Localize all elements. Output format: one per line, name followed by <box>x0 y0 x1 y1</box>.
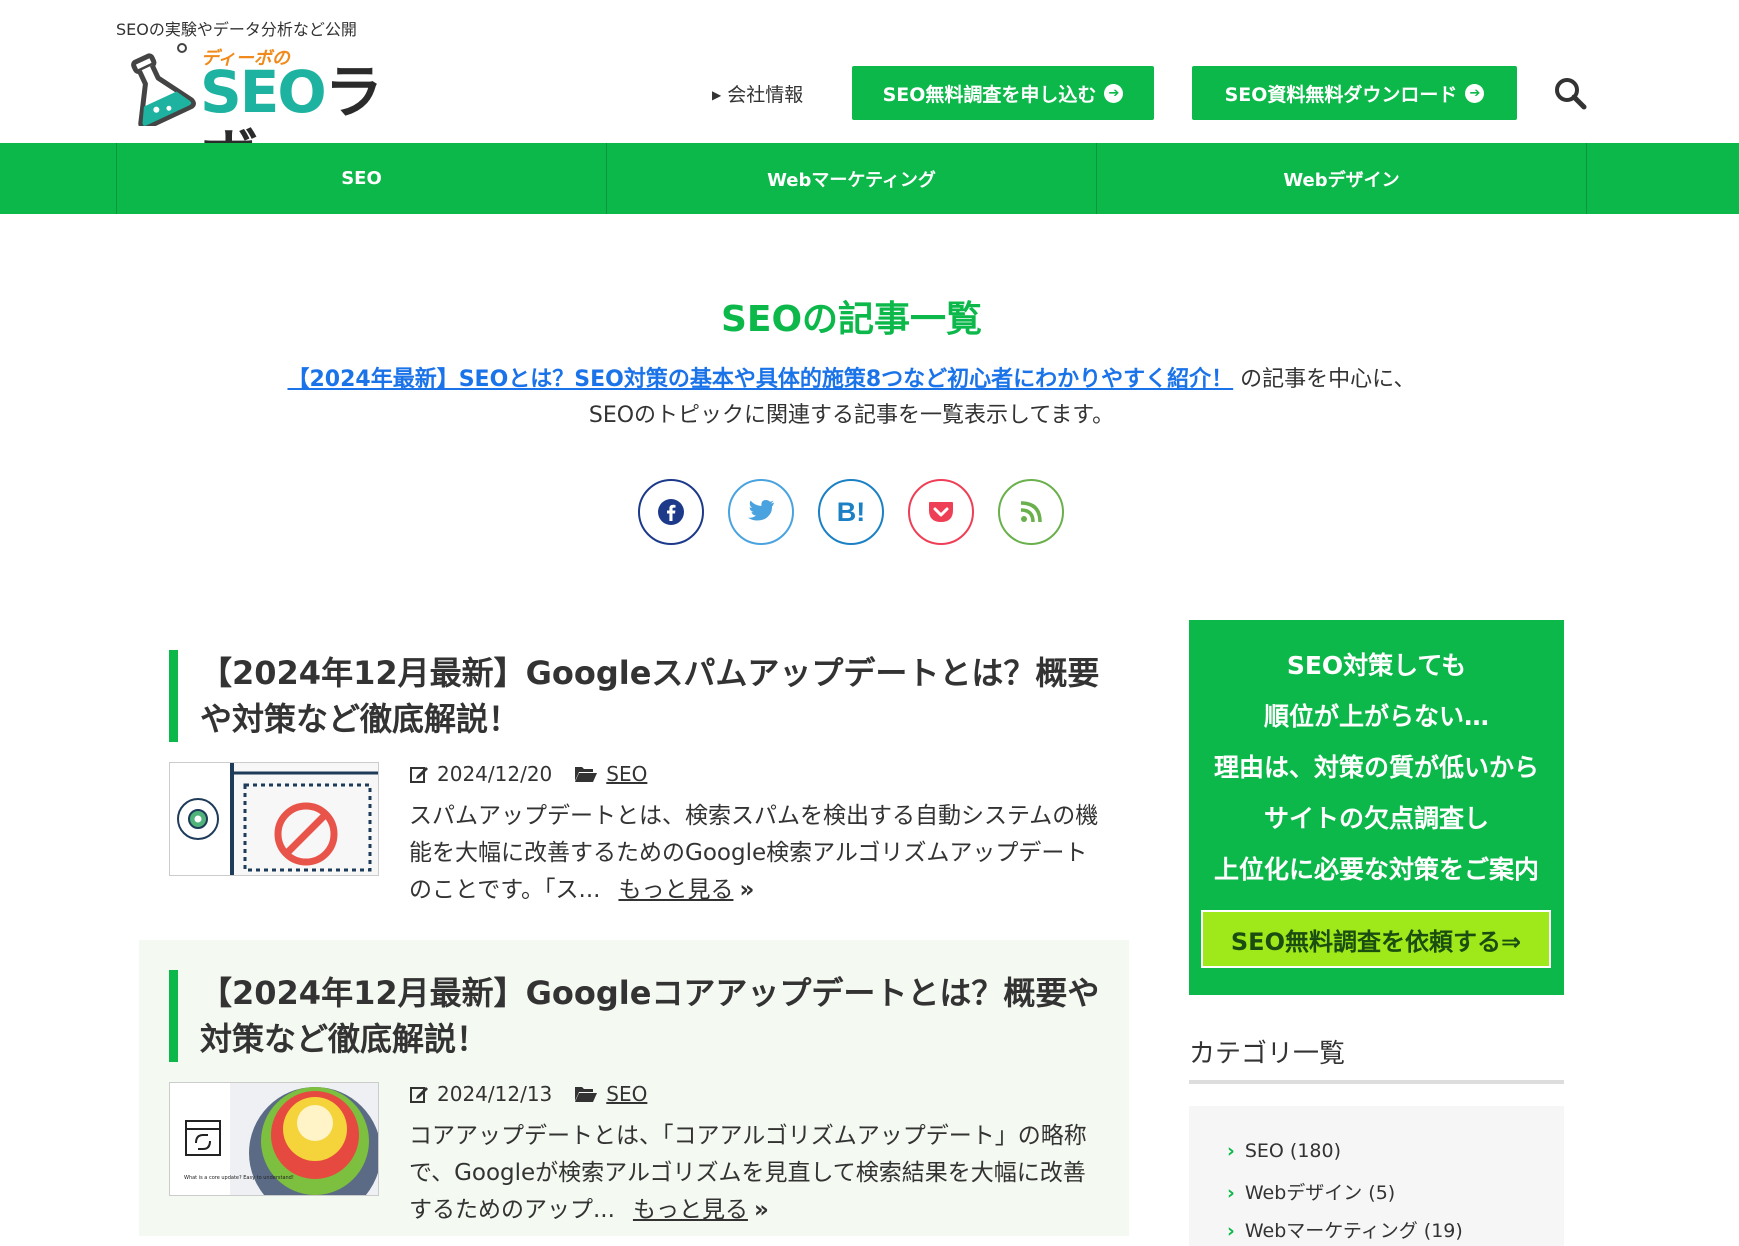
category-list: › SEO (180) › Webデザイン (5) › Webマーケティング (19) <box>1189 1106 1564 1246</box>
site-tagline: SEOの実験やデータ分析など公開 <box>116 20 357 39</box>
twitter-icon <box>748 500 774 521</box>
hatena-bookmark-icon: B! <box>836 496 866 527</box>
nav-item-web-marketing[interactable]: Webマーケティング <box>606 143 1096 214</box>
thumbnail-caption: What is a core update? Easy to understan… <box>184 1175 294 1181</box>
rss-share-button[interactable] <box>998 479 1064 545</box>
flask-icon <box>131 43 196 126</box>
folder-open-icon <box>575 1087 598 1102</box>
article-title[interactable]: 【2024年12月最新】Googleコアアップデートとは？概要や対策など徹底解説… <box>169 970 1100 1062</box>
edit-icon <box>410 767 428 783</box>
article-date: 2024/12/20 <box>437 762 553 786</box>
nav-item-seo[interactable]: SEO <box>116 143 606 214</box>
spam-block-illustration <box>177 763 378 875</box>
global-nav: SEO Webマーケティング Webデザイン <box>0 143 1739 214</box>
pillar-article-link[interactable]: 【2024年最新】SEOとは？SEO対策の基本や具体的施策8つなど初心者にわかり… <box>287 367 1233 392</box>
core-update-illustration: What is a core update? Easy to understan… <box>170 1083 378 1195</box>
company-info-link[interactable]: ▶ 会社情報 <box>712 80 803 107</box>
pocket-share-button[interactable] <box>908 479 974 545</box>
article-meta: 2024/12/13 SEO <box>409 1082 647 1106</box>
category-item-seo[interactable]: › SEO (180) <box>1227 1140 1341 1162</box>
article-thumbnail[interactable] <box>169 762 379 876</box>
article-meta: 2024/12/20 SEO <box>409 762 647 786</box>
article-excerpt: コアアップデートとは、「コアアルゴリズムアップデート」の略称で、Googleが検… <box>409 1123 1087 1223</box>
triangle-right-icon: ▶ <box>712 88 722 102</box>
chevron-right-icon: › <box>1227 1220 1235 1242</box>
read-more-link[interactable]: もっと見る <box>633 1197 748 1223</box>
nav-item-web-design[interactable]: Webデザイン <box>1096 143 1586 214</box>
article-excerpt: スパムアップデートとは、検索スパムを検出する自動システムの機能を大幅に改善するた… <box>409 803 1099 903</box>
article-title[interactable]: 【2024年12月最新】Googleスパムアップデートとは？概要や対策など徹底解… <box>169 650 1100 742</box>
category-widget-title: カテゴリ一覧 <box>1189 1033 1564 1084</box>
chevron-right-icon: › <box>1227 1140 1235 1162</box>
page-title: SEOの記事一覧 <box>720 299 983 340</box>
banner-line: サイトの欠点調査し <box>1263 804 1489 833</box>
site-logo[interactable]: ディーボの SEOラボ <box>116 42 436 188</box>
hatena-share-button[interactable]: B! <box>818 479 884 545</box>
arrow-circle-right-icon: ➔ <box>1104 83 1124 103</box>
double-chevron-right-icon: » <box>753 1197 769 1223</box>
rss-icon <box>1020 501 1042 523</box>
folder-open-icon <box>575 767 598 782</box>
article-category-link[interactable]: SEO <box>606 1082 647 1106</box>
banner-line: SEO対策しても <box>1286 651 1467 680</box>
read-more-link[interactable]: もっと見る <box>618 877 733 903</box>
intro-text: 【2024年最新】SEOとは？SEO対策の基本や具体的施策8つなど初心者にわかり… <box>287 367 1416 428</box>
article-category-link[interactable]: SEO <box>606 762 647 786</box>
article-date: 2024/12/13 <box>437 1082 553 1106</box>
banner-line: 上位化に必要な対策をご案内 <box>1213 855 1539 884</box>
twitter-share-button[interactable] <box>728 479 794 545</box>
facebook-share-button[interactable] <box>638 479 704 545</box>
seo-download-button[interactable]: SEO資料無料ダウンロード ➔ <box>1192 66 1517 120</box>
article-thumbnail[interactable]: What is a core update? Easy to understan… <box>169 1082 379 1196</box>
double-chevron-right-icon: » <box>739 877 755 903</box>
nav-divider <box>1586 143 1587 214</box>
category-item-web-design[interactable]: › Webデザイン (5) <box>1227 1178 1395 1205</box>
banner-line: 理由は、対策の質が低いから <box>1213 753 1539 782</box>
category-item-web-marketing[interactable]: › Webマーケティング (19) <box>1227 1216 1463 1243</box>
facebook-icon <box>658 499 684 525</box>
edit-icon <box>410 1087 428 1103</box>
pocket-icon <box>929 502 953 522</box>
search-icon[interactable] <box>1553 76 1587 110</box>
arrow-circle-right-icon: ➔ <box>1465 83 1485 103</box>
article-card[interactable]: 【2024年12月最新】Googleスパムアップデートとは？概要や対策など徹底解… <box>139 638 1129 938</box>
banner-line: 順位が上がらない… <box>1263 702 1489 731</box>
seo-survey-banner[interactable]: SEO対策しても 順位が上がらない… 理由は、対策の質が低いから サイトの欠点調… <box>1189 620 1564 995</box>
article-card[interactable]: 【2024年12月最新】Googleコアアップデートとは？概要や対策など徹底解説… <box>139 940 1129 1236</box>
seo-survey-button[interactable]: SEO無料調査を申し込む ➔ <box>852 66 1154 120</box>
banner-cta-button[interactable]: SEO無料調査を依頼する⇒ <box>1201 910 1551 968</box>
chevron-right-icon: › <box>1227 1182 1235 1204</box>
